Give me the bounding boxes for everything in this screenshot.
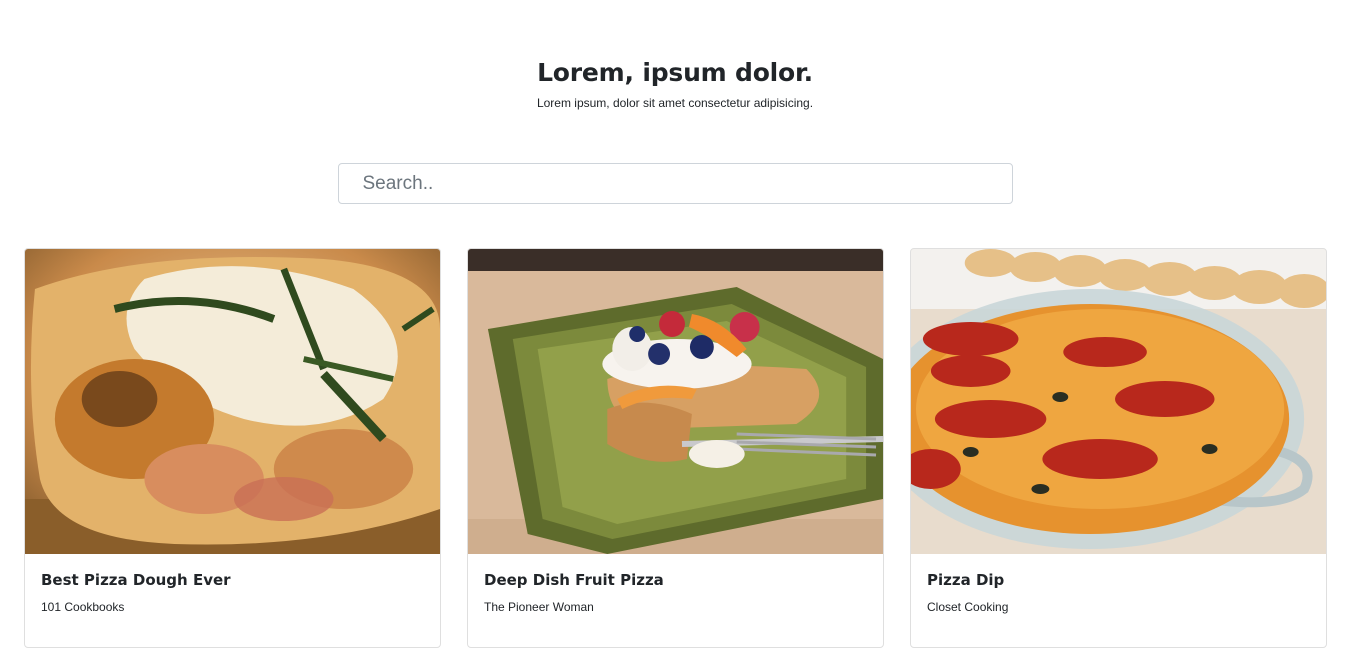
- card-body: Deep Dish Fruit Pizza The Pioneer Woman: [468, 554, 883, 631]
- recipe-card[interactable]: Pizza Dip Closet Cooking: [910, 248, 1327, 648]
- card-publisher: Closet Cooking: [927, 600, 1009, 614]
- recipe-card[interactable]: Best Pizza Dough Ever 101 Cookbooks: [24, 248, 441, 648]
- card-publisher: 101 Cookbooks: [41, 600, 125, 614]
- search-bar: [0, 163, 1350, 204]
- hero-header: Lorem, ipsum dolor. Lorem ipsum, dolor s…: [0, 0, 1350, 110]
- search-input[interactable]: [337, 163, 1013, 204]
- recipe-card[interactable]: Deep Dish Fruit Pizza The Pioneer Woman: [467, 248, 884, 648]
- recipe-image-fruit-pizza[interactable]: [468, 249, 883, 554]
- card-body: Best Pizza Dough Ever 101 Cookbooks: [25, 554, 440, 631]
- card-title: Deep Dish Fruit Pizza: [484, 571, 664, 589]
- card-title: Pizza Dip: [927, 571, 1005, 589]
- page-title: Lorem, ipsum dolor.: [537, 58, 813, 87]
- card-body: Pizza Dip Closet Cooking: [911, 554, 1326, 631]
- recipe-image-pizza-crust[interactable]: [25, 249, 440, 554]
- recipe-image-pizza-dip[interactable]: [911, 249, 1326, 554]
- card-publisher: The Pioneer Woman: [484, 600, 594, 614]
- card-title: Best Pizza Dough Ever: [41, 571, 231, 589]
- recipe-card-list: Best Pizza Dough Ever 101 Cookbooks Deep…: [24, 248, 1327, 648]
- page-subtitle: Lorem ipsum, dolor sit amet consectetur …: [536, 96, 814, 110]
